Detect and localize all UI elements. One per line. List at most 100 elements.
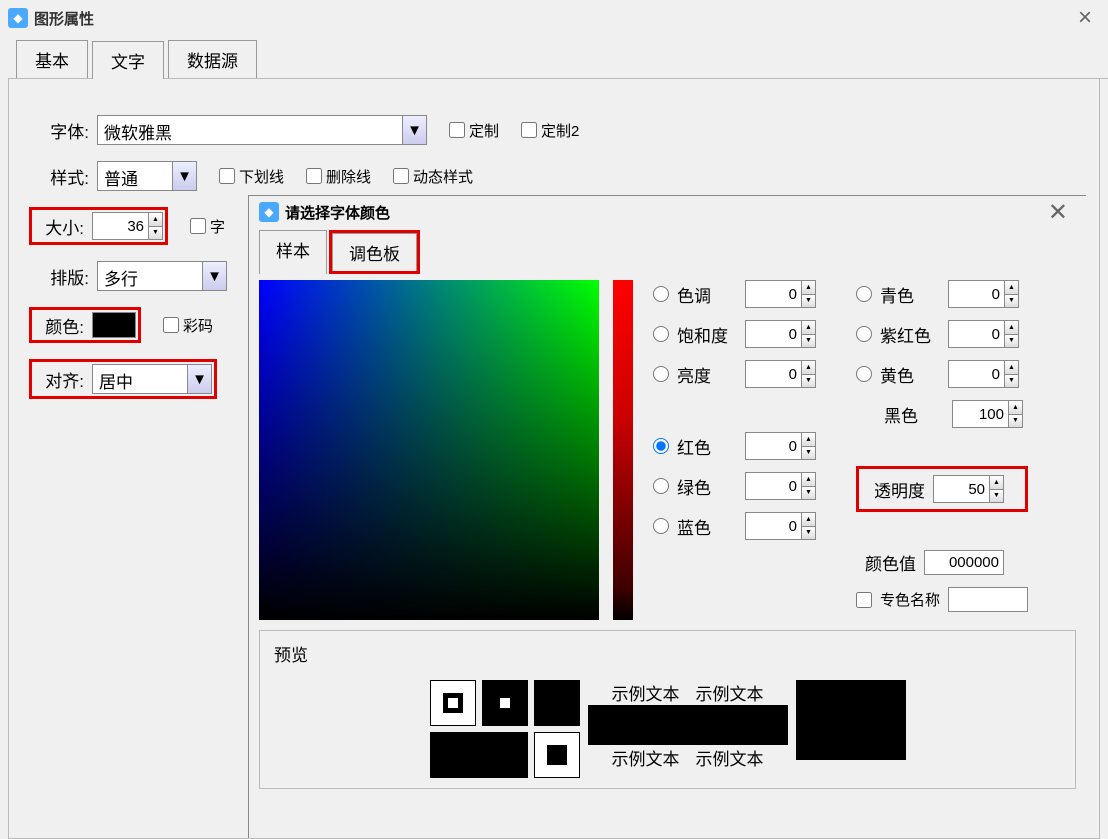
spin-down-icon[interactable]: ▼ <box>1004 375 1018 388</box>
sat-spinner[interactable]: ▲▼ <box>745 320 816 348</box>
spin-down-icon[interactable]: ▼ <box>801 487 815 500</box>
custom1-check[interactable]: 定制 <box>449 120 499 141</box>
spin-up-icon[interactable]: ▲ <box>1004 281 1018 295</box>
main-tabs: 基本 文字 数据源 <box>8 36 1108 79</box>
blue-label: 蓝色 <box>677 514 737 539</box>
spin-up-icon[interactable]: ▲ <box>801 321 815 335</box>
chevron-down-icon[interactable]: ▼ <box>172 162 196 190</box>
underline-check[interactable]: 下划线 <box>219 166 284 187</box>
green-label: 绿色 <box>677 474 737 499</box>
lum-label: 亮度 <box>677 362 737 387</box>
layout-label: 排版: <box>29 264 89 289</box>
size-value[interactable] <box>93 213 148 239</box>
spin-up-icon[interactable]: ▲ <box>801 361 815 375</box>
spin-down-icon[interactable]: ▼ <box>148 227 162 240</box>
lum-radio[interactable] <box>653 366 669 382</box>
alpha-label: 透明度 <box>865 477 925 502</box>
spin-up-icon[interactable]: ▲ <box>1004 361 1018 375</box>
yellow-radio[interactable] <box>856 366 872 382</box>
spin-up-icon[interactable]: ▲ <box>801 513 815 527</box>
sample-swatches <box>430 680 580 778</box>
spin-down-icon[interactable]: ▼ <box>1008 415 1022 428</box>
spot-label: 专色名称 <box>880 589 940 610</box>
sat-label: 饱和度 <box>677 322 737 347</box>
picker-tabs: 样本 调色板 <box>249 228 1086 274</box>
color-label: 颜色: <box>34 313 84 338</box>
green-spinner[interactable]: ▲▼ <box>745 472 816 500</box>
color-picker-dialog: ◆ 请选择字体颜色 ✕ 样本 调色板 色调 ▲▼ <box>248 195 1086 838</box>
cyan-radio[interactable] <box>856 286 872 302</box>
blue-spinner[interactable]: ▲▼ <box>745 512 816 540</box>
spin-down-icon[interactable]: ▼ <box>801 295 815 308</box>
magenta-radio[interactable] <box>856 326 872 342</box>
chevron-down-icon[interactable]: ▼ <box>402 116 426 144</box>
font-combo[interactable]: 微软雅黑 ▼ <box>97 115 427 145</box>
custom2-check[interactable]: 定制2 <box>521 120 579 141</box>
spin-down-icon[interactable]: ▼ <box>1004 335 1018 348</box>
magenta-spinner[interactable]: ▲▼ <box>948 320 1019 348</box>
alpha-spinner[interactable]: ▲▼ <box>933 475 1004 503</box>
strike-check[interactable]: 删除线 <box>306 166 371 187</box>
style-combo[interactable]: 普通 ▼ <box>97 161 197 191</box>
spin-up-icon[interactable]: ▲ <box>801 473 815 487</box>
color-gradient[interactable] <box>259 280 599 620</box>
picker-titlebar: ◆ 请选择字体颜色 ✕ <box>249 196 1086 228</box>
tab-text[interactable]: 文字 <box>92 41 164 79</box>
black-label: 黑色 <box>884 402 944 427</box>
style-value: 普通 <box>98 162 172 190</box>
tab-palette[interactable]: 调色板 <box>332 233 417 271</box>
charspacing-check[interactable]: 字 <box>190 216 225 237</box>
colorcode-check[interactable]: 彩码 <box>163 315 213 336</box>
spin-up-icon[interactable]: ▲ <box>989 476 1003 490</box>
picker-title: 请选择字体颜色 <box>285 202 390 223</box>
colorval-label: 颜色值 <box>856 550 916 575</box>
spot-input[interactable] <box>948 587 1028 612</box>
app-icon: ◆ <box>259 202 279 222</box>
lum-spinner[interactable]: ▲▼ <box>745 360 816 388</box>
red-radio[interactable] <box>653 438 669 454</box>
align-label: 对齐: <box>34 367 84 392</box>
chevron-down-icon[interactable]: ▼ <box>202 262 226 290</box>
hue-slider[interactable] <box>613 280 633 620</box>
hue-spinner[interactable]: ▲▼ <box>745 280 816 308</box>
spin-up-icon[interactable]: ▲ <box>1004 321 1018 335</box>
spin-up-icon[interactable]: ▲ <box>801 433 815 447</box>
spin-down-icon[interactable]: ▼ <box>801 527 815 540</box>
big-sample <box>796 680 906 760</box>
spin-up-icon[interactable]: ▲ <box>1008 401 1022 415</box>
green-radio[interactable] <box>653 478 669 494</box>
align-combo[interactable]: 居中 ▼ <box>92 364 212 394</box>
tab-datasource[interactable]: 数据源 <box>168 40 257 78</box>
yellow-spinner[interactable]: ▲▼ <box>948 360 1019 388</box>
spin-down-icon[interactable]: ▼ <box>1004 295 1018 308</box>
colorval-input[interactable] <box>924 550 1004 575</box>
chevron-down-icon[interactable]: ▼ <box>187 365 211 393</box>
layout-combo[interactable]: 多行 ▼ <box>97 261 227 291</box>
spin-down-icon[interactable]: ▼ <box>801 447 815 460</box>
sample-text: 示例文本 <box>696 680 764 705</box>
red-spinner[interactable]: ▲▼ <box>745 432 816 460</box>
spin-up-icon[interactable]: ▲ <box>148 213 162 227</box>
spin-down-icon[interactable]: ▼ <box>801 375 815 388</box>
color-swatch[interactable] <box>92 312 136 338</box>
tab-sample[interactable]: 样本 <box>259 230 327 274</box>
close-icon[interactable]: × <box>1070 4 1100 32</box>
cyan-spinner[interactable]: ▲▼ <box>948 280 1019 308</box>
spin-up-icon[interactable]: ▲ <box>801 281 815 295</box>
hue-radio[interactable] <box>653 286 669 302</box>
app-icon: ◆ <box>8 8 28 28</box>
spot-check[interactable] <box>856 592 872 608</box>
blue-radio[interactable] <box>653 518 669 534</box>
preview-label: 预览 <box>274 641 1061 666</box>
size-spinner[interactable]: ▲▼ <box>92 212 163 240</box>
spin-down-icon[interactable]: ▼ <box>801 335 815 348</box>
layout-value: 多行 <box>98 262 202 290</box>
spin-down-icon[interactable]: ▼ <box>989 490 1003 503</box>
close-icon[interactable]: ✕ <box>1040 198 1076 227</box>
tab-basic[interactable]: 基本 <box>16 40 88 78</box>
sample-text: 示例文本 <box>612 745 680 770</box>
preview-section: 预览 示例文本 示例文本 示例文本 示 <box>259 630 1076 789</box>
sat-radio[interactable] <box>653 326 669 342</box>
black-spinner[interactable]: ▲▼ <box>952 400 1023 428</box>
dynstyle-check[interactable]: 动态样式 <box>393 166 473 187</box>
